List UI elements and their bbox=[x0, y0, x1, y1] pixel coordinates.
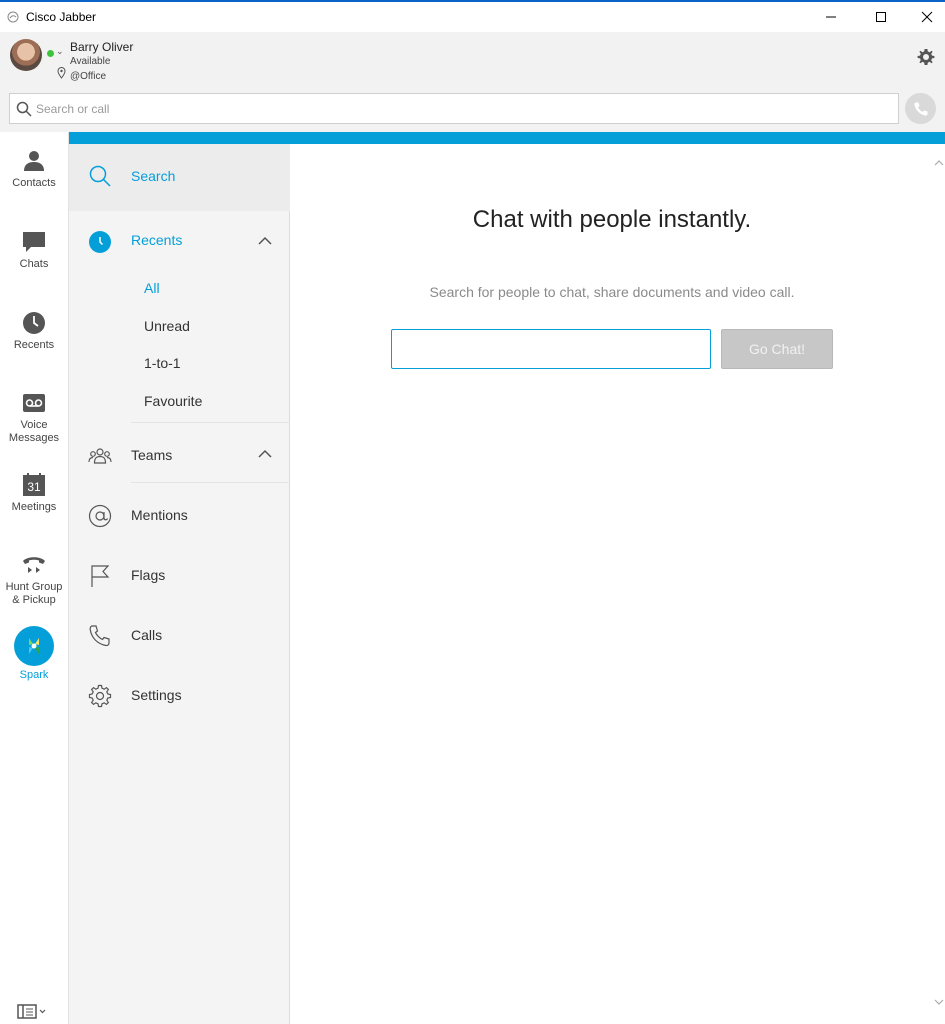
minimize-icon bbox=[826, 16, 836, 18]
nav-item-mentions[interactable]: Mentions bbox=[69, 484, 290, 544]
at-sign-icon bbox=[88, 504, 112, 528]
page-subtitle: Search for people to chat, share documen… bbox=[429, 284, 795, 300]
avatar[interactable] bbox=[10, 39, 42, 71]
chat-search-input[interactable] bbox=[391, 329, 711, 369]
divider bbox=[131, 422, 290, 423]
layout-menu-icon[interactable] bbox=[17, 1002, 47, 1020]
spark-nav-panel: Search Recents All Unread 1-to-1 Favouri… bbox=[69, 144, 290, 1024]
rail-label: Voice Messages bbox=[0, 419, 68, 445]
scroll-up-icon[interactable] bbox=[934, 159, 944, 167]
search-input[interactable] bbox=[36, 99, 886, 119]
person-icon bbox=[24, 151, 44, 171]
recents-filter-favourite[interactable]: Favourite bbox=[144, 393, 202, 409]
main-content: Chat with people instantly. Search for p… bbox=[291, 144, 945, 1024]
phone-icon bbox=[89, 625, 110, 647]
rail-item-spark[interactable]: Spark bbox=[0, 626, 68, 682]
nav-item-calls[interactable]: Calls bbox=[69, 604, 290, 664]
go-chat-button[interactable]: Go Chat! bbox=[721, 329, 833, 369]
nav-label: Calls bbox=[131, 627, 163, 643]
search-or-call-bar[interactable] bbox=[9, 93, 899, 124]
user-header: ⌄ Barry Oliver Available @Office bbox=[0, 32, 945, 132]
maximize-button[interactable] bbox=[858, 2, 904, 32]
chevron-up-icon[interactable] bbox=[258, 236, 272, 246]
close-icon bbox=[921, 11, 933, 23]
nav-label: Teams bbox=[131, 447, 173, 463]
clock-icon bbox=[89, 231, 111, 253]
nav-item-flags[interactable]: Flags bbox=[69, 544, 290, 604]
rail-label-line2: & Pickup bbox=[12, 594, 56, 606]
recents-filter-unread[interactable]: Unread bbox=[144, 318, 190, 334]
nav-label: Recents bbox=[131, 232, 183, 248]
rail-item-hunt-group[interactable]: Hunt Group & Pickup bbox=[0, 552, 68, 607]
scroll-down-icon[interactable] bbox=[934, 998, 944, 1006]
window-title: Cisco Jabber bbox=[26, 10, 97, 24]
calendar-day: 31 bbox=[27, 480, 41, 494]
location-pin-icon bbox=[57, 67, 66, 79]
nav-item-teams[interactable]: Teams bbox=[69, 424, 290, 484]
maximize-icon bbox=[876, 12, 886, 22]
clock-icon bbox=[23, 312, 45, 334]
search-icon bbox=[16, 101, 32, 117]
rail-label: Contacts bbox=[12, 177, 56, 189]
page-title: Chat with people instantly. bbox=[472, 206, 752, 233]
chevron-up-icon[interactable] bbox=[258, 449, 272, 459]
close-button[interactable] bbox=[904, 2, 945, 32]
rail-label: Chats bbox=[19, 258, 49, 270]
nav-label: Mentions bbox=[131, 507, 188, 523]
call-button[interactable] bbox=[905, 93, 936, 124]
nav-item-recents[interactable]: Recents bbox=[69, 212, 290, 272]
rail-label: Spark bbox=[19, 669, 49, 681]
phone-handset-icon bbox=[23, 557, 45, 573]
rail-item-chats[interactable]: Chats bbox=[0, 229, 68, 271]
presence-dropdown-caret[interactable]: ⌄ bbox=[56, 46, 64, 57]
rail-label-line1: Voice bbox=[20, 419, 48, 431]
recents-filter-1-to-1[interactable]: 1-to-1 bbox=[144, 355, 181, 371]
jabber-app-icon bbox=[7, 11, 19, 23]
calendar-icon: 31 bbox=[23, 473, 45, 496]
voicemail-icon bbox=[23, 394, 45, 412]
rail-item-voice-messages[interactable]: Voice Messages bbox=[0, 390, 68, 445]
left-rail: Contacts Chats Recents Voice Messages 31 … bbox=[0, 132, 69, 1024]
accent-bar bbox=[69, 132, 945, 144]
rail-label: Hunt Group & Pickup bbox=[0, 581, 68, 607]
user-status[interactable]: Available bbox=[70, 56, 110, 67]
chat-bubble-icon bbox=[23, 232, 45, 252]
rail-label-line1: Hunt Group bbox=[5, 581, 63, 593]
user-location[interactable]: @Office bbox=[70, 71, 106, 82]
gear-icon bbox=[88, 684, 112, 708]
rail-item-contacts[interactable]: Contacts bbox=[0, 148, 68, 190]
rail-item-recents[interactable]: Recents bbox=[0, 310, 68, 352]
gear-icon[interactable] bbox=[916, 47, 936, 67]
divider bbox=[131, 482, 290, 483]
nav-label: Search bbox=[131, 168, 176, 184]
rail-label: Meetings bbox=[11, 501, 57, 513]
nav-item-search[interactable]: Search bbox=[69, 144, 290, 211]
user-name: Barry Oliver bbox=[70, 40, 134, 54]
spark-logo bbox=[29, 638, 39, 654]
teams-icon bbox=[88, 448, 112, 464]
presence-indicator bbox=[47, 50, 54, 57]
search-icon bbox=[89, 165, 111, 187]
rail-item-meetings[interactable]: 31 Meetings bbox=[0, 472, 68, 514]
spark-icon bbox=[14, 626, 54, 666]
flag-icon bbox=[91, 565, 110, 587]
recents-filter-all[interactable]: All bbox=[144, 280, 160, 296]
phone-icon bbox=[913, 102, 927, 116]
nav-item-settings[interactable]: Settings bbox=[69, 664, 290, 724]
rail-label: Recents bbox=[13, 339, 55, 351]
nav-label: Settings bbox=[131, 687, 182, 703]
rail-label-line2: Messages bbox=[8, 432, 60, 444]
title-bar: Cisco Jabber bbox=[0, 0, 945, 32]
minimize-button[interactable] bbox=[808, 2, 854, 32]
nav-label: Flags bbox=[131, 567, 166, 583]
